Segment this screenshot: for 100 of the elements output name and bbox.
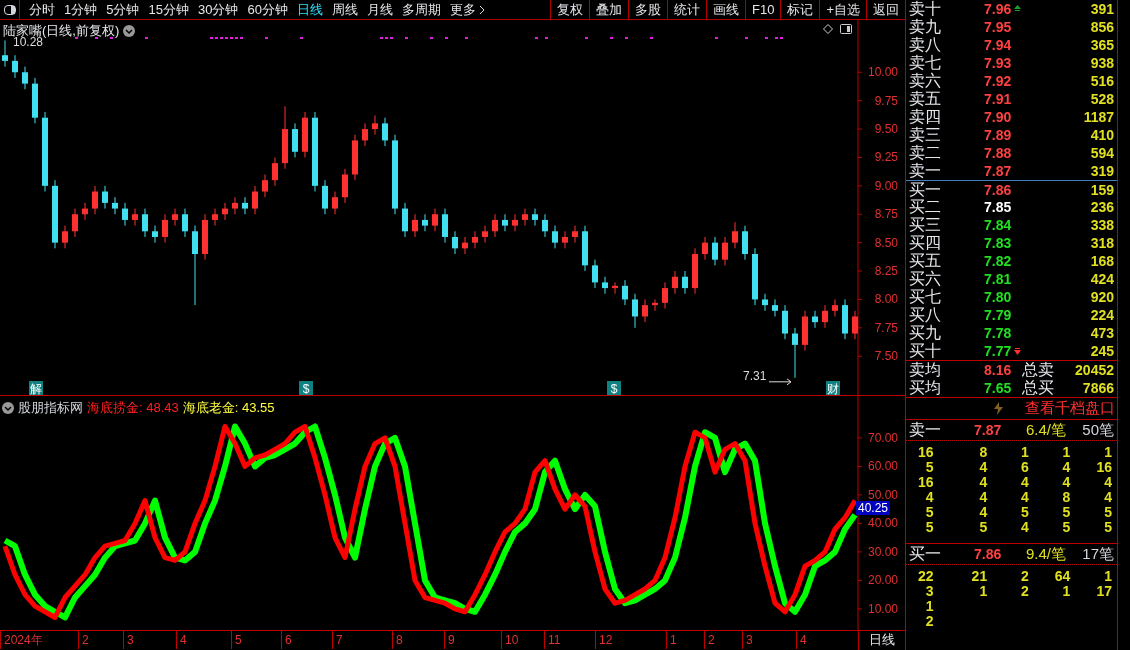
level-volume: 319 xyxy=(1090,162,1114,180)
axis-label: 8.25 xyxy=(874,264,898,279)
event-badge[interactable]: 解 xyxy=(29,381,43,396)
candlestick xyxy=(162,213,168,244)
date-label: 3 xyxy=(123,631,134,649)
toolbar-button[interactable]: 叠加 xyxy=(589,0,628,19)
candlestick xyxy=(272,156,278,187)
candlestick xyxy=(92,185,98,215)
period-tab[interactable]: 1分钟 xyxy=(64,0,98,20)
level-price: 7.78 xyxy=(984,324,1012,342)
candlestick xyxy=(442,208,448,244)
queue-cell-text: 4 xyxy=(978,475,989,490)
toolbar-button[interactable]: F10 xyxy=(745,0,781,19)
candlestick xyxy=(742,225,748,261)
candlestick xyxy=(662,281,668,310)
level-label: 买二 xyxy=(909,198,942,216)
candlestick xyxy=(652,298,658,312)
depth-link[interactable]: 查看千档盘口 xyxy=(1025,397,1115,420)
date-label: 8 xyxy=(392,631,403,649)
axis-label: 8.50 xyxy=(874,235,898,250)
toolbar-button[interactable]: 统计 xyxy=(667,0,706,19)
axis-label: 70.00 xyxy=(867,430,898,445)
queue-cell-text: 4 xyxy=(924,490,935,505)
candlestick xyxy=(382,117,388,147)
level-label: 卖八 xyxy=(909,36,942,54)
period-tab[interactable]: 15分钟 xyxy=(148,0,189,20)
dropdown-icon[interactable] xyxy=(123,24,136,37)
candlestick xyxy=(632,293,638,329)
candlestick xyxy=(402,202,408,238)
level-volume: 528 xyxy=(1090,90,1114,108)
candlestick xyxy=(762,293,768,312)
level-label: 卖四 xyxy=(909,108,942,126)
candlestick xyxy=(682,270,688,295)
axis-label: 10.00 xyxy=(867,601,898,616)
queue-cell-text: 17 xyxy=(1095,584,1113,599)
level-volume: 856 xyxy=(1090,18,1114,36)
period-tab[interactable]: 30分钟 xyxy=(197,0,239,20)
level-volume: 168 xyxy=(1090,252,1114,270)
toolbar-button[interactable]: 返回 xyxy=(866,0,905,19)
queue-cell-text: 5 xyxy=(924,460,935,475)
period-tab[interactable]: 60分钟 xyxy=(247,0,288,20)
queue-price: 7.86 xyxy=(974,544,1003,564)
level-price: 7.88 xyxy=(984,144,1012,162)
period-tab[interactable]: 5分钟 xyxy=(106,0,140,20)
more-menu[interactable]: 更多 xyxy=(449,0,485,20)
queue-cell-text: 4 xyxy=(978,490,989,505)
toolbar-button[interactable]: 画线 xyxy=(706,0,745,19)
level-price: 7.84 xyxy=(984,216,1012,234)
candlestick xyxy=(802,310,808,352)
event-badge[interactable]: $ xyxy=(607,381,621,396)
candlestick xyxy=(582,225,588,272)
candlestick xyxy=(852,310,858,340)
axis-label: 10.00 xyxy=(867,65,898,80)
period-tab[interactable]: 日线 xyxy=(296,0,323,20)
level-price: 7.96 xyxy=(984,0,1012,18)
candlestick xyxy=(472,230,478,249)
event-badge[interactable]: $ xyxy=(299,381,313,396)
queue-cell-text: 6 xyxy=(1020,460,1030,475)
toolbar-button[interactable]: +自选 xyxy=(819,0,866,19)
summary-label: 总卖 xyxy=(1022,360,1054,380)
queue-cell-text: 21 xyxy=(970,569,989,584)
queue-average: 9.4/笔 xyxy=(1026,543,1067,564)
toolbar-button[interactable]: 多股 xyxy=(628,0,667,19)
candlestick xyxy=(592,259,598,289)
level-volume: 391 xyxy=(1090,0,1114,18)
dropdown-icon[interactable] xyxy=(2,401,14,414)
period-tab[interactable]: 多周期 xyxy=(401,0,441,20)
queue-cell-text: 16 xyxy=(1095,460,1113,475)
level-price: 7.93 xyxy=(984,54,1012,72)
candlestick xyxy=(692,247,698,295)
period-tab[interactable]: 月线 xyxy=(366,0,393,20)
period-tab[interactable]: 分时 xyxy=(29,0,55,20)
queue-cell-text: 5 xyxy=(1103,505,1113,520)
toolbar-button[interactable]: 复权 xyxy=(550,0,589,19)
queue-cell-text: 1 xyxy=(1103,569,1113,584)
level-price: 7.80 xyxy=(984,288,1012,306)
queue-cell-text: 4 xyxy=(1103,475,1113,490)
event-badge[interactable]: 财 xyxy=(826,381,840,396)
candlestick xyxy=(552,225,558,249)
panel-toggle-icon[interactable] xyxy=(840,24,852,34)
date-label: 1 xyxy=(666,631,677,649)
queue-label: 卖一 xyxy=(909,420,942,440)
candlestick xyxy=(222,202,228,221)
queue-cell-text: 3 xyxy=(924,584,935,599)
candlestick xyxy=(32,77,38,124)
toolbar-button[interactable]: 标记 xyxy=(780,0,820,19)
diamond-icon[interactable] xyxy=(823,24,833,34)
queue-cell-text: 22 xyxy=(917,569,935,584)
level-price: 7.94 xyxy=(984,36,1012,54)
candlestick xyxy=(372,114,378,136)
summary-label: 卖均 xyxy=(909,360,942,380)
queue-cell-text: 64 xyxy=(1053,569,1072,584)
candlestick xyxy=(282,105,288,170)
date-label: 9 xyxy=(444,631,455,649)
period-tab[interactable]: 周线 xyxy=(331,0,358,20)
panel-toggle-icon[interactable] xyxy=(3,4,16,15)
level-label: 买六 xyxy=(909,270,942,288)
queue-cell-text: 1 xyxy=(1020,445,1030,460)
level-volume: 245 xyxy=(1090,342,1114,360)
candlestick xyxy=(642,298,648,323)
